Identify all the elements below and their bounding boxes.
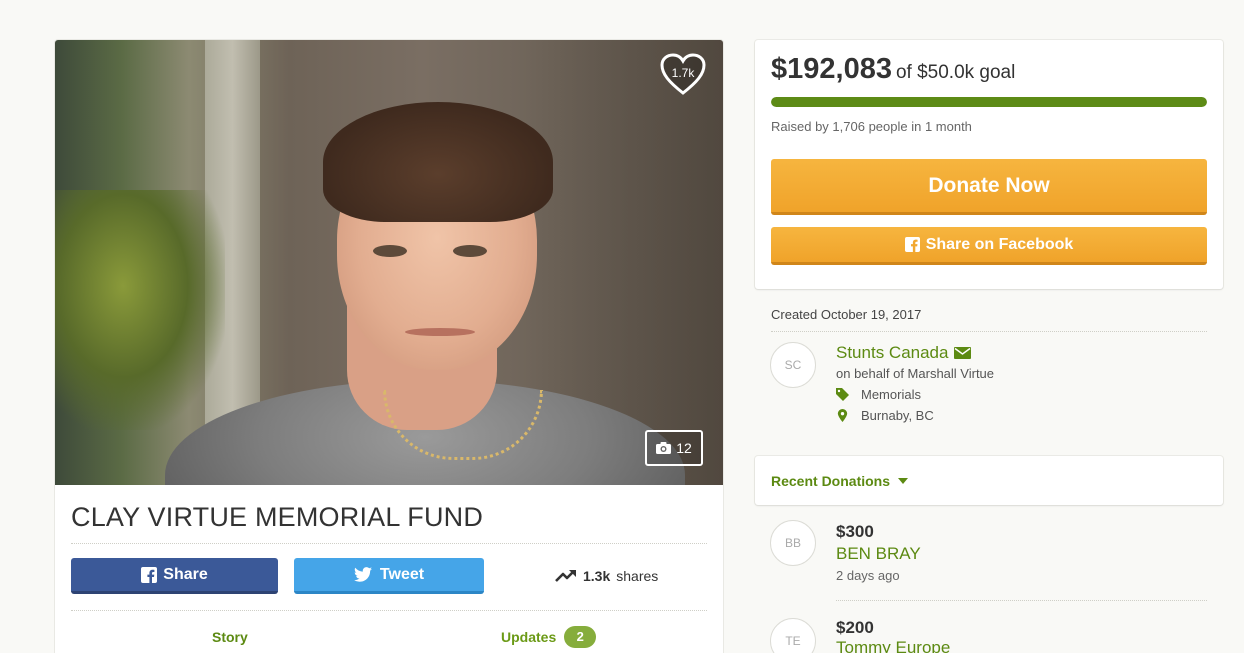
donor-name: BEN BRAY <box>836 544 921 563</box>
shares-number: 1.3k <box>583 568 611 584</box>
organizer-behalf: on behalf of Marshall Virtue <box>836 366 995 381</box>
photo-background-moss <box>55 190 225 430</box>
facebook-share-button[interactable]: Share <box>71 558 278 594</box>
organizer-link[interactable]: Stunts Canada <box>836 343 972 363</box>
location-row: Burnaby, BC <box>836 408 934 423</box>
goal-text: of $50.0k goal <box>895 62 1016 83</box>
tab-updates-label: Updates <box>501 629 557 645</box>
photo-gallery-button[interactable]: 12 <box>645 430 703 466</box>
raised-amount: $192,083 <box>771 53 892 85</box>
envelope-icon[interactable] <box>954 347 972 359</box>
updates-count-badge: 2 <box>564 626 597 648</box>
divider <box>71 610 707 611</box>
created-date: Created October 19, 2017 <box>771 307 922 322</box>
tag-icon <box>836 388 849 401</box>
donate-now-button[interactable]: Donate Now <box>771 159 1207 215</box>
photo-count: 12 <box>676 440 692 456</box>
divider <box>771 331 1207 332</box>
map-pin-icon <box>837 409 848 422</box>
photo-eye-right <box>453 245 487 257</box>
facebook-icon <box>904 237 920 252</box>
tweet-label: Tweet <box>379 565 425 583</box>
divider <box>836 600 1207 601</box>
tab-updates[interactable]: Updates 2 <box>501 626 597 648</box>
progress-bar <box>771 97 1207 107</box>
share-on-facebook-button[interactable]: Share on Facebook <box>771 227 1207 265</box>
raised-summary: $192,083 of $50.0k goal <box>771 53 1015 86</box>
category-label[interactable]: Memorials <box>861 387 921 402</box>
facebook-share-label: Share on Facebook <box>925 235 1074 253</box>
heart-count: 1.7k <box>671 66 695 80</box>
campaign-card: 1.7k 12 CLAY VIRTUE MEMORIAL FUND Share … <box>55 40 723 653</box>
category-row: Memorials <box>836 387 921 402</box>
caret-down-icon <box>898 478 909 484</box>
camera-icon <box>656 442 672 454</box>
photo-hair <box>323 102 553 222</box>
shares-label: shares <box>616 568 659 584</box>
photo-eye-left <box>373 245 407 257</box>
recent-donations-toggle[interactable]: Recent Donations <box>771 473 909 489</box>
donation-amount: $300 <box>836 522 874 541</box>
donor-name: Tommy Europe <box>836 638 951 653</box>
tweet-button[interactable]: Tweet <box>294 558 484 594</box>
heart-button[interactable]: 1.7k <box>659 52 707 96</box>
donation-time: 2 days ago <box>836 568 900 583</box>
photo-mouth <box>405 328 475 336</box>
organizer-avatar: SC <box>770 342 816 388</box>
campaign-photo[interactable]: 1.7k 12 <box>55 40 723 485</box>
trending-up-icon <box>555 570 576 582</box>
tab-story[interactable]: Story <box>212 629 248 645</box>
share-label: Share <box>163 565 208 583</box>
facebook-icon <box>141 566 158 583</box>
donation-amount: $200 <box>836 618 874 637</box>
donor-avatar: BB <box>770 520 816 566</box>
divider <box>71 543 707 544</box>
campaign-title: CLAY VIRTUE MEMORIAL FUND <box>71 502 484 532</box>
recent-donations-label: Recent Donations <box>771 473 891 489</box>
progress-fill <box>771 97 1207 107</box>
shares-count: 1.3k shares <box>555 564 658 588</box>
twitter-icon <box>353 567 372 582</box>
donor-avatar: TE <box>770 618 816 653</box>
recent-donations-header: Recent Donations <box>755 456 1223 505</box>
donation-card: $192,083 of $50.0k goal Raised by 1,706 p… <box>755 40 1223 289</box>
organizer-name: Stunts Canada <box>836 343 949 362</box>
location-label: Burnaby, BC <box>861 408 934 423</box>
raised-by-text: Raised by 1,706 people in 1 month <box>771 119 972 134</box>
